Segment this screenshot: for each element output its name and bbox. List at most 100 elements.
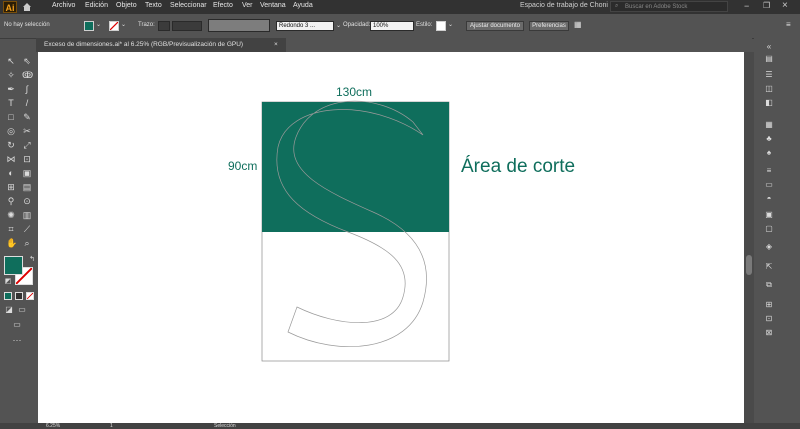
artboard-tool-icon[interactable]: ⌗	[6, 224, 16, 234]
transparency-icon[interactable]: ◓	[764, 194, 774, 204]
zoom-level[interactable]: 6.25%	[46, 423, 60, 429]
chevron-down-icon[interactable]: ⌄	[336, 22, 341, 29]
gradient-mode-icon[interactable]	[15, 292, 23, 300]
artboards-icon[interactable]: ⧉	[764, 280, 774, 290]
rectangle-tool-icon[interactable]: □	[6, 112, 16, 122]
menu-efecto[interactable]: Efecto	[213, 2, 233, 9]
stock-search[interactable]: ⌕ Buscar en Adobe Stock	[610, 1, 728, 12]
gradient-icon[interactable]: ▭	[764, 180, 774, 190]
document-setup-button[interactable]: Ajustar documento	[466, 21, 524, 31]
menu-ver[interactable]: Ver	[242, 2, 253, 9]
vertical-scroll-thumb[interactable]	[746, 255, 752, 275]
eyedropper-tool-icon[interactable]: ⚲	[6, 196, 16, 206]
slice-tool-icon[interactable]: ⟋	[22, 224, 32, 234]
mesh-tool-icon[interactable]: ⊞	[6, 182, 16, 192]
artboard-number[interactable]: 1	[110, 423, 113, 429]
chevron-down-icon[interactable]: ⌄	[121, 21, 126, 28]
arrange-documents-icon[interactable]: ▦	[574, 20, 582, 29]
column-graph-tool-icon[interactable]: ▥	[22, 210, 32, 220]
fill-swatch[interactable]	[84, 21, 94, 31]
stroke-weight-field[interactable]	[172, 21, 202, 31]
shape-builder-tool-icon[interactable]: ◐	[6, 168, 16, 178]
hand-tool-icon[interactable]: ✋	[6, 238, 17, 248]
stroke-swatch[interactable]	[109, 21, 119, 31]
pen-tool-icon[interactable]: ✒	[6, 84, 16, 94]
default-colors-icon[interactable]: ◩	[3, 277, 13, 287]
lasso-tool-icon[interactable]: ↂ	[22, 70, 33, 80]
close-window-button[interactable]: ×	[782, 0, 788, 11]
vertical-scrollbar[interactable]	[744, 52, 754, 423]
blend-tool-icon[interactable]: ⊙	[22, 196, 32, 206]
chevron-down-icon[interactable]: ⌄	[448, 21, 453, 28]
maximize-button[interactable]: ❐	[763, 1, 770, 10]
menu-texto[interactable]: Texto	[145, 2, 162, 9]
none-mode-icon[interactable]	[26, 292, 34, 300]
menu-ventana[interactable]: Ventana	[260, 2, 286, 9]
properties-icon[interactable]: ▤	[764, 54, 774, 64]
document-title: Exceso de dimensiones.ai* al 6.25% (RGB/…	[44, 41, 244, 48]
appearance-icon[interactable]: ▣	[764, 210, 774, 220]
variable-width-profile[interactable]	[208, 19, 270, 32]
right-panel-dock: « ▤ ☰ ◫ ◧ ▦ ♣ ♠ ≡ ▭ ◓ ▣ ▢ ◈ ⇱ ⧉ ⊞ ⊡ ⊠	[754, 38, 800, 423]
menu-archivo[interactable]: Archivo	[52, 2, 75, 9]
rotate-tool-icon[interactable]: ↻	[6, 140, 16, 150]
document-tab[interactable]: Exceso de dimensiones.ai* al 6.25% (RGB/…	[36, 38, 286, 52]
workspace-switcher[interactable]: Espacio de trabajo de Choni	[520, 2, 608, 9]
menu-edicion[interactable]: Edición	[85, 2, 108, 9]
graphic-style-swatch[interactable]	[436, 21, 446, 31]
style-label: Estilo:	[416, 22, 433, 28]
close-tab-icon[interactable]: ×	[274, 41, 278, 48]
align-icon[interactable]: ⊞	[764, 300, 774, 310]
scissors-tool-icon[interactable]: ✂	[22, 126, 32, 136]
drawing-behind-icon[interactable]: ▭	[17, 305, 27, 315]
menu-objeto[interactable]: Objeto	[116, 2, 137, 9]
chevron-down-icon[interactable]: ⌄	[96, 21, 101, 28]
minimize-button[interactable]: −	[744, 1, 749, 11]
swatches-icon[interactable]: ▦	[764, 120, 774, 130]
panel-menu-icon[interactable]: ≡	[786, 20, 791, 29]
stroke-weight-stepper[interactable]	[158, 21, 170, 31]
libraries-icon[interactable]: ☰	[764, 70, 774, 80]
draw-mode-icon[interactable]: ◪	[4, 305, 14, 315]
stroke-icon[interactable]: ≡	[764, 166, 774, 176]
home-icon[interactable]	[22, 2, 32, 12]
asset-export-icon[interactable]: ⇱	[764, 262, 774, 272]
line-tool-icon[interactable]: /	[22, 98, 32, 108]
symbols-icon[interactable]: ♠	[764, 148, 774, 158]
width-tool-icon[interactable]: ⋈	[6, 154, 16, 164]
fill-color-box[interactable]	[4, 256, 23, 275]
zoom-tool-icon[interactable]: ⌕	[22, 238, 32, 248]
free-transform-tool-icon[interactable]: ⊡	[22, 154, 32, 164]
layers-icon[interactable]: ◈	[764, 242, 774, 252]
pathfinder-icon[interactable]: ⊡	[764, 314, 774, 324]
stroke-label: Trazo:	[138, 22, 155, 28]
screen-mode-icon[interactable]: ▭	[12, 320, 22, 330]
graphic-styles-icon[interactable]: ▢	[764, 224, 774, 234]
selection-tool-icon[interactable]: ↖	[6, 56, 16, 66]
type-tool-icon[interactable]: T	[6, 98, 16, 108]
transform-icon[interactable]: ⊠	[764, 328, 774, 338]
brush-definition[interactable]: Redondo 3 ...	[276, 21, 334, 31]
artboard-canvas[interactable]: 130cm 90cm Área de corte	[38, 52, 744, 423]
gradient-tool-icon[interactable]: ▤	[22, 182, 32, 192]
preferences-button[interactable]: Preferencias	[529, 21, 569, 31]
menu-seleccionar[interactable]: Seleccionar	[170, 2, 207, 9]
app-logo: Ai	[3, 1, 17, 13]
paintbrush-tool-icon[interactable]: ✎	[22, 112, 32, 122]
collapse-panel-icon[interactable]: «	[764, 42, 774, 52]
menu-ayuda[interactable]: Ayuda	[293, 2, 313, 9]
opacity-field[interactable]: 100%	[370, 21, 414, 31]
edit-toolbar-icon[interactable]: ···	[12, 335, 22, 345]
color-guide-icon[interactable]: ◧	[764, 98, 774, 108]
direct-selection-tool-icon[interactable]: ⇖	[22, 56, 32, 66]
curvature-tool-icon[interactable]: ∫	[22, 84, 32, 94]
cc-libraries-icon[interactable]: ◫	[764, 84, 774, 94]
symbol-sprayer-tool-icon[interactable]: ✺	[6, 210, 16, 220]
perspective-grid-tool-icon[interactable]: ▣	[22, 168, 32, 178]
color-mode-icon[interactable]	[4, 292, 12, 300]
magic-wand-tool-icon[interactable]: ✧	[6, 70, 16, 80]
swap-fill-stroke-icon[interactable]: ↰	[27, 255, 37, 265]
brushes-icon[interactable]: ♣	[764, 134, 774, 144]
scale-tool-icon[interactable]: ⤢	[22, 140, 32, 150]
shaper-tool-icon[interactable]: ◎	[6, 126, 16, 136]
